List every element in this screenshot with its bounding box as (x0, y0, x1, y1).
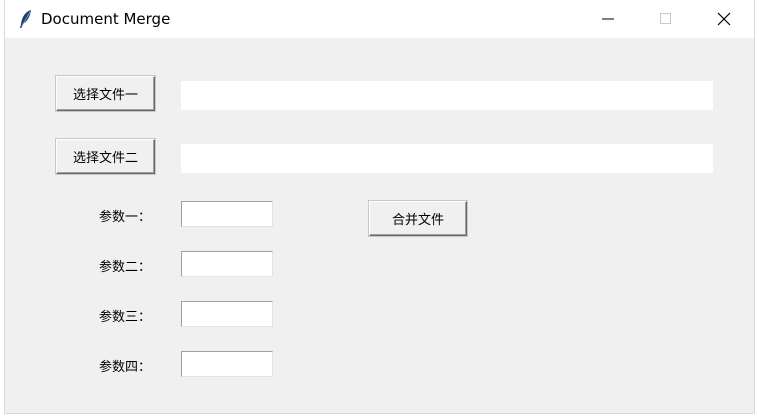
window-title: Document Merge (41, 10, 171, 28)
param-one-label: 参数一： (99, 210, 152, 225)
select-file-two-button[interactable]: 选择文件二 (56, 139, 155, 174)
close-button[interactable] (695, 0, 753, 38)
param-one-input[interactable] (181, 201, 273, 227)
file-two-path-input[interactable] (181, 144, 713, 173)
minimize-button[interactable] (579, 0, 637, 38)
title-bar[interactable]: Document Merge (5, 0, 754, 38)
app-window: Document Merge 选择文件一 选择文件二 参数一： 合并文件 参数二… (4, 0, 755, 414)
param-three-label: 参数三： (99, 310, 152, 325)
maximize-icon (660, 13, 671, 24)
param-four-label: 参数四： (99, 360, 152, 375)
param-two-input[interactable] (181, 251, 273, 277)
file-one-path-input[interactable] (181, 81, 713, 110)
param-three-input[interactable] (181, 301, 273, 327)
minimize-icon (602, 18, 614, 20)
param-two-label: 参数二： (99, 260, 152, 275)
select-file-one-button[interactable]: 选择文件一 (56, 76, 155, 111)
close-icon (717, 12, 731, 26)
param-four-input[interactable] (181, 351, 273, 377)
merge-files-button[interactable]: 合并文件 (369, 201, 467, 236)
maximize-button[interactable] (637, 0, 695, 38)
feather-icon (18, 9, 34, 29)
